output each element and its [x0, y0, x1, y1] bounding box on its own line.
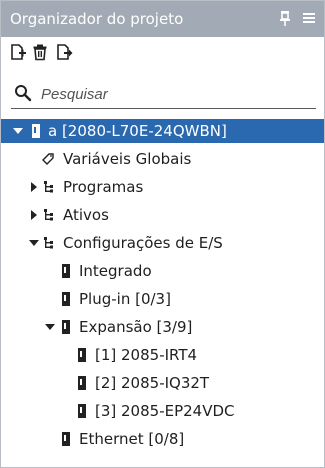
tree-item-label: Configurações de E/S	[63, 234, 223, 252]
tree-icon	[44, 209, 53, 221]
tree-item-expansion-module-2[interactable]: [2] 2085-IQ32T	[1, 371, 324, 395]
device-icon	[62, 432, 70, 446]
menu-icon[interactable]	[302, 11, 316, 25]
device-icon	[62, 264, 70, 278]
tree-item-label: Programas	[63, 178, 144, 196]
tree-item-label: [1] 2085-IRT4	[95, 346, 198, 364]
tree-item-label: a [2080-L70E-24QWBN]	[48, 122, 227, 140]
tree-item-label: Integrado	[79, 262, 152, 280]
export-icon[interactable]	[55, 43, 73, 61]
tree-item-label: Expansão [3/9]	[79, 318, 193, 336]
tree-icon	[44, 181, 53, 193]
device-icon	[32, 124, 40, 138]
chevron-down-icon[interactable]	[45, 322, 55, 332]
tree-item-plugin[interactable]: Plug-in [0/3]	[1, 287, 324, 311]
chevron-down-icon[interactable]	[13, 126, 23, 136]
panel-title: Organizador do projeto	[10, 10, 184, 28]
tree-icon	[44, 237, 53, 249]
tree-item-builtin[interactable]: Integrado	[1, 259, 324, 283]
device-icon	[62, 320, 70, 334]
search-box	[11, 79, 316, 109]
tree-item-controller[interactable]: a [2080-L70E-24QWBN]	[1, 119, 324, 143]
pin-icon[interactable]	[278, 10, 292, 26]
toolbar	[1, 37, 324, 67]
tree-item-label: [3] 2085-EP24VDC	[95, 402, 235, 420]
project-organizer-panel: Organizador do projeto Pesquisar a [2080…	[0, 0, 325, 468]
tree-item-programs[interactable]: Programas	[1, 175, 324, 199]
chevron-right-icon[interactable]	[29, 182, 39, 192]
tree-item-expansion-module-1[interactable]: [1] 2085-IRT4	[1, 343, 324, 367]
tree-item-label: Plug-in [0/3]	[79, 290, 171, 308]
tree-item-label: Variáveis Globais	[63, 150, 192, 168]
device-icon	[62, 292, 70, 306]
add-item-icon[interactable]	[9, 43, 27, 61]
chevron-right-icon[interactable]	[29, 210, 39, 220]
device-icon	[78, 404, 86, 418]
tree-item-label: Ethernet [0/8]	[79, 430, 185, 448]
tree-item-io-configuration[interactable]: Configurações de E/S	[1, 231, 324, 255]
search-input[interactable]	[41, 83, 301, 105]
search-icon	[15, 85, 32, 102]
tree-item-ethernet[interactable]: Ethernet [0/8]	[1, 427, 324, 451]
tree-item-assets[interactable]: Ativos	[1, 203, 324, 227]
tag-icon	[42, 153, 54, 165]
trash-icon[interactable]	[31, 43, 49, 61]
tree-item-expansion[interactable]: Expansão [3/9]	[1, 315, 324, 339]
tree-item-expansion-module-3[interactable]: [3] 2085-EP24VDC	[1, 399, 324, 423]
panel-titlebar: Organizador do projeto	[1, 1, 324, 37]
device-icon	[78, 376, 86, 390]
tree-item-global-variables[interactable]: Variáveis Globais	[1, 147, 324, 171]
chevron-down-icon[interactable]	[29, 238, 39, 248]
tree-item-label: Ativos	[63, 206, 109, 224]
tree-item-label: [2] 2085-IQ32T	[95, 374, 210, 392]
device-icon	[78, 348, 86, 362]
